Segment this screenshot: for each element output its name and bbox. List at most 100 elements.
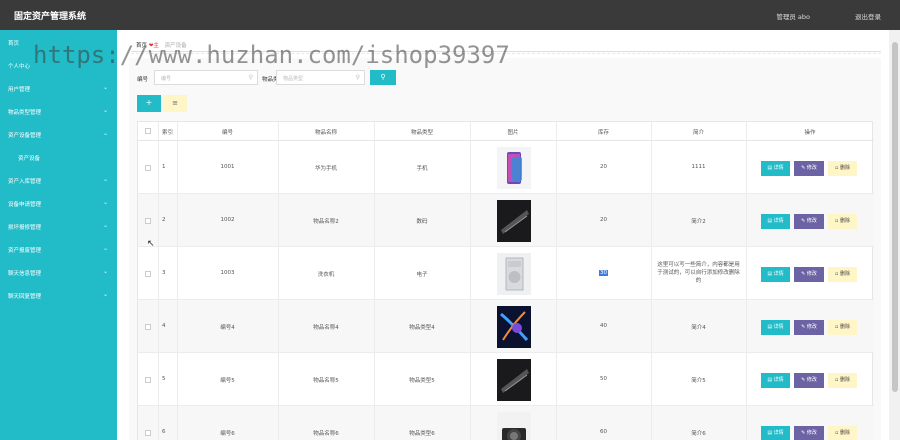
cell-intro: 这里可以写一些简介，内容都是用于测试的，可以自行添加修改删除的 xyxy=(656,261,741,285)
cell-type: 物品类型5 xyxy=(374,376,470,384)
cell-stock: 20 xyxy=(556,217,651,223)
chevron-down-icon: ⌄ xyxy=(102,84,108,91)
cell-text: 1001 xyxy=(220,163,235,170)
cell-text: 40 xyxy=(600,322,607,329)
action-label: 修改 xyxy=(806,429,817,436)
row-checkbox[interactable] xyxy=(145,429,151,436)
cell-stock: 60 xyxy=(556,429,651,435)
action-label: 删除 xyxy=(839,164,850,171)
sidebar-item-label: 聊天回复管理 xyxy=(8,294,42,300)
type-search-input[interactable]: 物品类型 ⚲ xyxy=(276,70,365,85)
cell-text: 编号5 xyxy=(220,377,235,384)
detail-button[interactable]: ▤ 详情 xyxy=(761,160,790,176)
delete-button[interactable]: ▫ 删除 xyxy=(828,425,857,440)
delete-button[interactable]: ▫ 删除 xyxy=(828,372,857,388)
cell-intro: 简介5 xyxy=(651,376,746,384)
sidebar-item[interactable]: 资产报废管理 ⌄ xyxy=(0,243,117,257)
delete-button[interactable]: ▫ 删除 xyxy=(828,319,857,335)
chevron-down-icon: ⌄ xyxy=(102,176,108,183)
edit-button[interactable]: ✎ 修改 xyxy=(794,372,824,388)
sidebar-item-label: 资产报废管理 xyxy=(8,248,42,254)
column-divider xyxy=(556,122,557,440)
cell-text: 简介4 xyxy=(691,324,706,331)
sidebar-item[interactable]: 物品类型管理 ⌄ xyxy=(0,105,117,119)
sidebar-item-label: 资产设备管理 xyxy=(8,133,42,139)
cell-text: 1111 xyxy=(691,163,706,170)
detail-button[interactable]: ▤ 详情 xyxy=(761,266,790,282)
sidebar-item[interactable]: 资产入库管理 ⌄ xyxy=(0,174,117,188)
cell-text: 物品名称2 xyxy=(313,218,339,225)
sidebar: 首页 个人中心 用户管理 ⌄ 物品类型管理 ⌄ 资产设备管理 ⌄ 资产设备 资产入库管理 ⌄ 设备申请… xyxy=(0,30,117,440)
product-image xyxy=(497,146,531,189)
cell-text: 物品类型5 xyxy=(409,377,435,384)
add-button[interactable]: + xyxy=(137,95,161,112)
scrollbar-thumb[interactable] xyxy=(892,42,898,392)
delete-button[interactable]: ▫ 删除 xyxy=(828,213,857,229)
search-icon: ⚲ xyxy=(380,73,386,81)
sidebar-item[interactable]: 损坏报修管理 ⌄ xyxy=(0,220,117,234)
cell-text: 2 xyxy=(162,216,166,223)
cell-text: 物品名称4 xyxy=(313,324,339,331)
sidebar-item[interactable]: 设备申请管理 ⌄ xyxy=(0,197,117,211)
cell-name: 物品名称5 xyxy=(278,376,374,384)
cursor-icon: ↖ xyxy=(147,239,155,249)
cell-text: 30 xyxy=(599,269,608,276)
sidebar-item[interactable]: 资产设备管理 ⌄ xyxy=(0,128,117,142)
row-checkbox[interactable] xyxy=(145,217,151,224)
edit-button[interactable]: ✎ 修改 xyxy=(794,213,824,229)
logout-link[interactable]: 退出登录 xyxy=(855,11,881,21)
edit-button[interactable]: ✎ 修改 xyxy=(794,425,824,440)
edit-button[interactable]: ✎ 修改 xyxy=(794,319,824,335)
sidebar-item-label: 设备申请管理 xyxy=(8,202,42,208)
cell-stock: 50 xyxy=(556,376,651,382)
chevron-down-icon: ⌄ xyxy=(102,222,108,229)
cell-name: 华为手机 xyxy=(278,164,374,172)
cell-code: 编号4 xyxy=(177,323,278,331)
row-checkbox[interactable] xyxy=(145,376,151,383)
cell-code: 编号6 xyxy=(177,429,278,437)
cell-intro: 简介2 xyxy=(651,217,746,225)
action-label: 详情 xyxy=(773,164,784,171)
search-button[interactable]: ⚲ xyxy=(370,70,396,85)
edit-button[interactable]: ✎ 修改 xyxy=(794,266,824,282)
row-checkbox[interactable] xyxy=(145,323,151,330)
action-label: 删除 xyxy=(839,217,850,224)
row-checkbox[interactable] xyxy=(145,270,151,277)
batch-delete-button[interactable]: ≡ xyxy=(163,95,187,112)
sidebar-item-label: 物品类型管理 xyxy=(8,110,42,116)
cell-text: 简介6 xyxy=(691,430,706,437)
sidebar-item[interactable]: 聊天信息管理 ⌄ xyxy=(0,266,117,280)
cell-type: 物品类型4 xyxy=(374,323,470,331)
sidebar-item[interactable]: 用户管理 ⌄ xyxy=(0,82,117,96)
chevron-down-icon: ⌄ xyxy=(102,130,108,137)
action-label: 删除 xyxy=(839,376,850,383)
cell-text: 电子 xyxy=(416,271,428,278)
cell-intro: 简介6 xyxy=(651,429,746,437)
action-label: 删除 xyxy=(839,429,850,436)
chevron-down-icon: ⌄ xyxy=(102,268,108,275)
detail-button[interactable]: ▤ 详情 xyxy=(761,319,790,335)
cell-text: 这里可以写一些简介，内容都是用于测试的，可以自行添加修改删除的 xyxy=(657,261,740,284)
detail-button[interactable]: ▤ 详情 xyxy=(761,213,790,229)
edit-button[interactable]: ✎ 修改 xyxy=(794,160,824,176)
column-header: 操作 xyxy=(804,130,816,136)
delete-button[interactable]: ▫ 删除 xyxy=(828,160,857,176)
detail-button[interactable]: ▤ 详情 xyxy=(761,372,790,388)
action-label: 修改 xyxy=(806,217,817,224)
action-label: 删除 xyxy=(839,323,850,330)
cell-name: 洗衣机 xyxy=(278,270,374,278)
column-header: 物品类型 xyxy=(410,130,433,136)
cell-text: 简介2 xyxy=(691,218,706,225)
detail-button[interactable]: ▤ 详情 xyxy=(761,425,790,440)
select-all-checkbox[interactable] xyxy=(145,128,151,134)
cell-code: 1003 xyxy=(177,270,278,276)
row-checkbox[interactable] xyxy=(145,164,151,171)
column-header: 库存 xyxy=(597,130,609,136)
action-label: 详情 xyxy=(773,429,784,436)
delete-button[interactable]: ▫ 删除 xyxy=(828,266,857,282)
sidebar-item[interactable]: 聊天回复管理 ⌄ xyxy=(0,289,117,303)
app-title: 固定资产管理系统 xyxy=(14,12,87,22)
code-search-input[interactable]: 编号 ⚲ xyxy=(154,70,258,85)
sidebar-item-label: 损坏报修管理 xyxy=(8,225,42,231)
sidebar-item[interactable]: 资产设备 xyxy=(0,151,117,165)
